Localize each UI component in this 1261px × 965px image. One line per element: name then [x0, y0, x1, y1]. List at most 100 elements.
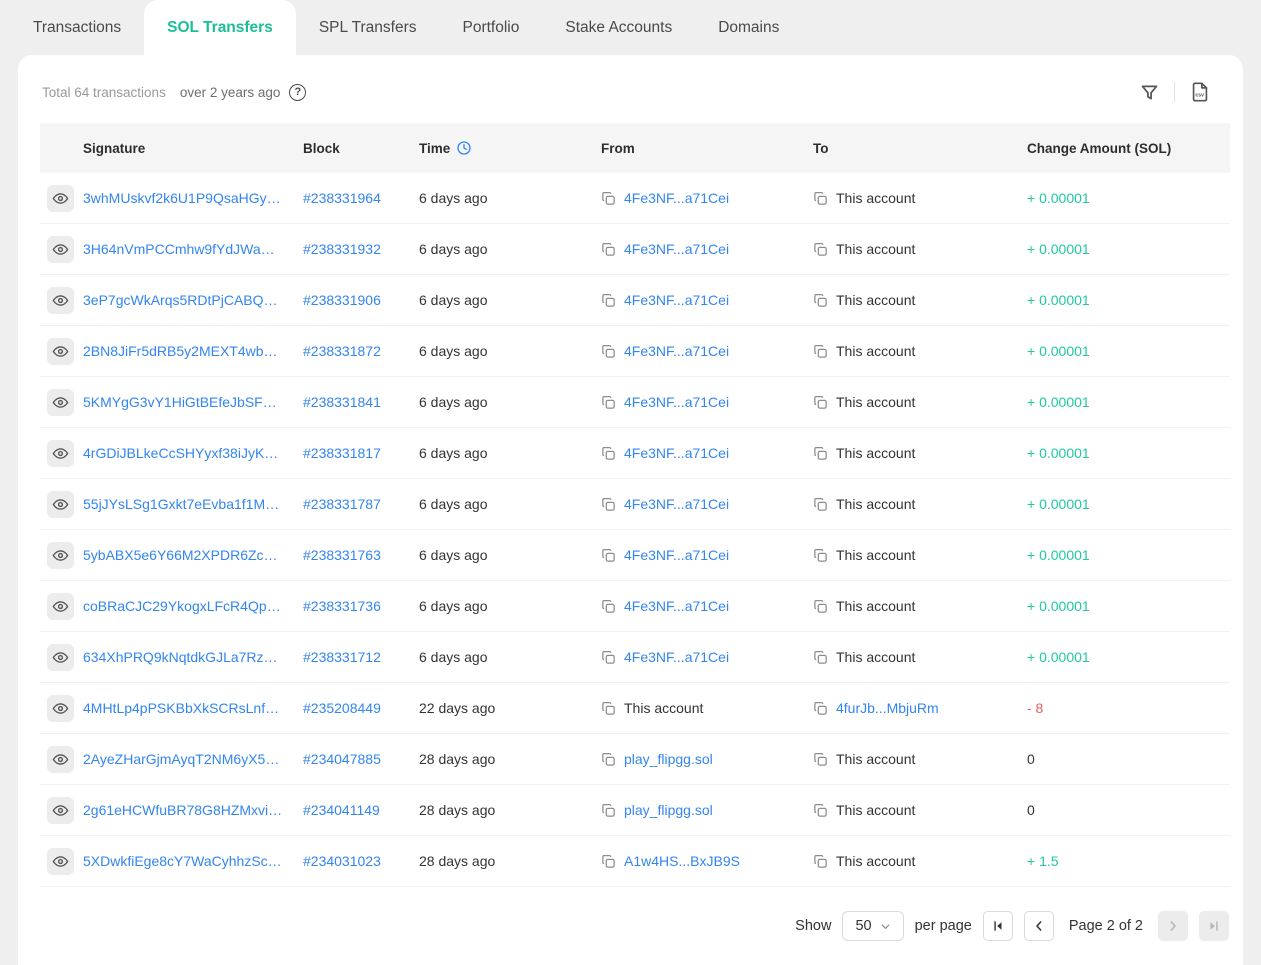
block-link[interactable]: #234031023 — [303, 853, 381, 869]
copy-to-address-icon[interactable] — [813, 293, 828, 308]
tab-sol-transfers[interactable]: SOL Transfers — [144, 0, 296, 55]
signature-link[interactable]: 2BN8JiFr5dRB5y2MEXT4wb… — [83, 343, 278, 359]
copy-from-address-icon[interactable] — [601, 446, 616, 461]
tab-transactions[interactable]: Transactions — [10, 0, 144, 55]
block-link[interactable]: #238331736 — [303, 598, 381, 614]
copy-to-address-icon[interactable] — [813, 599, 828, 614]
copy-to-address-icon[interactable] — [813, 854, 828, 869]
copy-to-address-icon[interactable] — [813, 191, 828, 206]
block-link[interactable]: #238331763 — [303, 547, 381, 563]
signature-link[interactable]: 3whMUskvf2k6U1P9QsaHGy… — [83, 190, 281, 206]
preview-button[interactable] — [47, 287, 74, 314]
copy-from-address-icon[interactable] — [601, 854, 616, 869]
copy-to-address-icon[interactable] — [813, 752, 828, 767]
block-link[interactable]: #238331932 — [303, 241, 381, 257]
copy-to-address-icon[interactable] — [813, 548, 828, 563]
preview-button[interactable] — [47, 236, 74, 263]
from-address[interactable]: A1w4HS...BxJB9S — [624, 853, 740, 869]
signature-link[interactable]: 2g61eHCWfuBR78G8HZMxvi… — [83, 802, 282, 818]
block-link[interactable]: #238331906 — [303, 292, 381, 308]
copy-to-address-icon[interactable] — [813, 242, 828, 257]
from-address[interactable]: play_flipgg.sol — [624, 802, 713, 818]
signature-link[interactable]: 2AyeZHarGjmAyqT2NM6yX5… — [83, 751, 279, 767]
copy-to-address-icon[interactable] — [813, 701, 828, 716]
copy-from-address-icon[interactable] — [601, 803, 616, 818]
copy-to-address-icon[interactable] — [813, 395, 828, 410]
preview-button[interactable] — [47, 593, 74, 620]
copy-to-address-icon[interactable] — [813, 650, 828, 665]
preview-button[interactable] — [47, 644, 74, 671]
copy-to-address-icon[interactable] — [813, 497, 828, 512]
from-address[interactable]: 4Fe3NF...a71Cei — [624, 547, 729, 563]
preview-button[interactable] — [47, 389, 74, 416]
block-link[interactable]: #238331872 — [303, 343, 381, 359]
copy-to-address-icon[interactable] — [813, 344, 828, 359]
filter-button[interactable] — [1129, 82, 1170, 103]
time-format-toggle[interactable] — [456, 140, 472, 156]
tab-portfolio[interactable]: Portfolio — [439, 0, 542, 55]
export-csv-button[interactable]: csv — [1179, 81, 1221, 103]
signature-link[interactable]: 5KMYgG3vY1HiGtBEfeJbSF… — [83, 394, 277, 410]
block-link[interactable]: #238331964 — [303, 190, 381, 206]
copy-to-address-icon[interactable] — [813, 803, 828, 818]
to-address[interactable]: 4furJb...MbjuRm — [836, 700, 939, 716]
from-address[interactable]: 4Fe3NF...a71Cei — [624, 649, 729, 665]
tab-stake-accounts[interactable]: Stake Accounts — [542, 0, 695, 55]
signature-link[interactable]: 5ybABX5e6Y66M2XPDR6Zc… — [83, 547, 278, 563]
per-page-select[interactable]: 50 — [842, 911, 903, 941]
preview-button[interactable] — [47, 746, 74, 773]
copy-from-address-icon[interactable] — [601, 293, 616, 308]
copy-from-address-icon[interactable] — [601, 548, 616, 563]
first-page-button[interactable] — [983, 911, 1013, 941]
change-amount: + 0.00001 — [1027, 343, 1090, 359]
block-link[interactable]: #235208449 — [303, 700, 381, 716]
block-link[interactable]: #234047885 — [303, 751, 381, 767]
copy-from-address-icon[interactable] — [601, 191, 616, 206]
block-link[interactable]: #238331817 — [303, 445, 381, 461]
signature-link[interactable]: coBRaCJC29YkogxLFcR4Qp… — [83, 598, 281, 614]
copy-from-address-icon[interactable] — [601, 242, 616, 257]
signature-link[interactable]: 5XDwkfiEge8cY7WaCyhhzSc… — [83, 853, 282, 869]
block-link[interactable]: #238331712 — [303, 649, 381, 665]
from-address[interactable]: play_flipgg.sol — [624, 751, 713, 767]
preview-button[interactable] — [47, 848, 74, 875]
preview-button[interactable] — [47, 797, 74, 824]
preview-button[interactable] — [47, 338, 74, 365]
from-address[interactable]: 4Fe3NF...a71Cei — [624, 292, 729, 308]
preview-button[interactable] — [47, 440, 74, 467]
copy-from-address-icon[interactable] — [601, 599, 616, 614]
from-address[interactable]: 4Fe3NF...a71Cei — [624, 343, 729, 359]
preview-button[interactable] — [47, 695, 74, 722]
signature-link[interactable]: 3eP7gcWkArqs5RDtPjCABQ… — [83, 292, 278, 308]
block-link[interactable]: #238331787 — [303, 496, 381, 512]
block-link[interactable]: #238331841 — [303, 394, 381, 410]
copy-from-address-icon[interactable] — [601, 395, 616, 410]
block-link[interactable]: #234041149 — [303, 802, 380, 818]
from-address[interactable]: 4Fe3NF...a71Cei — [624, 241, 729, 257]
copy-from-address-icon[interactable] — [601, 752, 616, 767]
signature-link[interactable]: 634XhPRQ9kNqtdkGJLa7Rz… — [83, 649, 278, 665]
tab-domains[interactable]: Domains — [695, 0, 802, 55]
from-address[interactable]: 4Fe3NF...a71Cei — [624, 394, 729, 410]
from-address[interactable]: 4Fe3NF...a71Cei — [624, 598, 729, 614]
copy-from-address-icon[interactable] — [601, 497, 616, 512]
preview-button[interactable] — [47, 491, 74, 518]
from-address[interactable]: 4Fe3NF...a71Cei — [624, 496, 729, 512]
tab-spl-transfers[interactable]: SPL Transfers — [296, 0, 440, 55]
help-icon[interactable]: ? — [289, 84, 306, 101]
signature-link[interactable]: 55jJYsLSg1Gxkt7eEvba1f1M… — [83, 496, 279, 512]
copy-from-address-icon[interactable] — [601, 650, 616, 665]
previous-page-button[interactable] — [1024, 911, 1054, 941]
from-address[interactable]: 4Fe3NF...a71Cei — [624, 445, 729, 461]
signature-link[interactable]: 4rGDiJBLkeCcSHYyxf38iJyK… — [83, 445, 278, 461]
signature-link[interactable]: 4MHtLp4pPSKBbXkSCRsLnf… — [83, 700, 279, 716]
copy-to-address-icon[interactable] — [813, 446, 828, 461]
signature-link[interactable]: 3H64nVmPCCmhw9fYdJWa… — [83, 241, 275, 257]
preview-button[interactable] — [47, 185, 74, 212]
copy-from-address-icon[interactable] — [601, 701, 616, 716]
last-page-button[interactable] — [1199, 911, 1229, 941]
next-page-button[interactable] — [1158, 911, 1188, 941]
from-address[interactable]: 4Fe3NF...a71Cei — [624, 190, 729, 206]
copy-from-address-icon[interactable] — [601, 344, 616, 359]
preview-button[interactable] — [47, 542, 74, 569]
